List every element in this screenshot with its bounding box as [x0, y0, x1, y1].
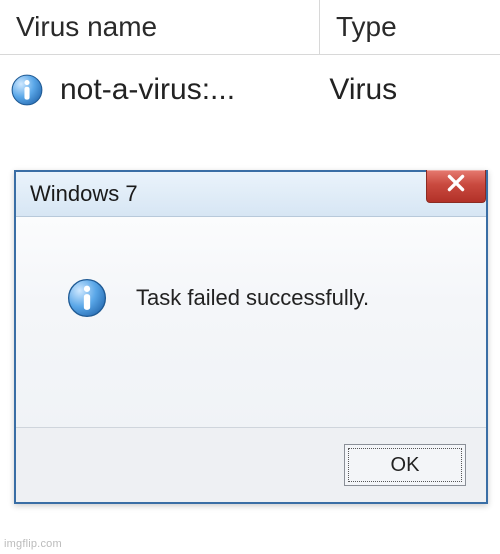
dialog-titlebar[interactable]: Windows 7: [16, 172, 486, 217]
cell-type: Virus: [313, 73, 500, 107]
column-header-label: Virus name: [16, 11, 157, 43]
message-dialog: Windows 7: [14, 170, 488, 504]
info-icon: [10, 73, 44, 107]
type-text: Virus: [329, 73, 397, 107]
dialog-message: Task failed successfully.: [136, 285, 369, 311]
cell-virus-name: not-a-virus:...: [0, 73, 313, 107]
ok-button-label: OK: [391, 454, 420, 477]
dialog-footer: OK: [16, 427, 486, 502]
column-header-label: Type: [336, 11, 397, 43]
dialog-body: Task failed successfully.: [16, 217, 486, 359]
virus-table: Virus name Type: [0, 0, 500, 125]
dialog-title: Windows 7: [30, 181, 138, 207]
info-icon: [66, 277, 108, 319]
close-button[interactable]: [426, 170, 486, 203]
virus-name-text: not-a-virus:...: [60, 73, 235, 107]
close-icon: [445, 172, 467, 200]
table-row[interactable]: not-a-virus:... Virus: [0, 55, 500, 125]
table-header-row: Virus name Type: [0, 0, 500, 55]
ok-button[interactable]: OK: [344, 444, 466, 486]
watermark: imgflip.com: [4, 538, 62, 550]
column-header-virus-name[interactable]: Virus name: [0, 0, 320, 54]
column-header-type[interactable]: Type: [320, 0, 500, 54]
